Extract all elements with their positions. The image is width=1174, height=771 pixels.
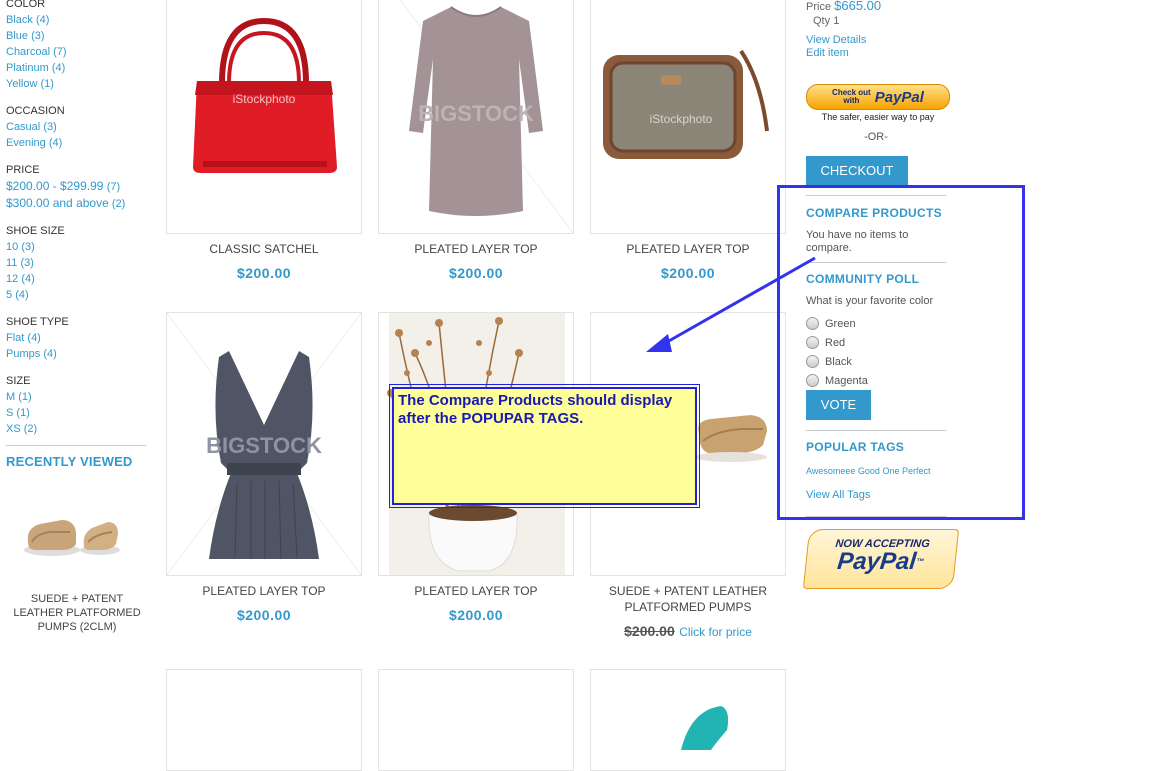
annotation-arrow: [646, 256, 816, 352]
annotation-note: The Compare Products should display afte…: [389, 384, 700, 508]
